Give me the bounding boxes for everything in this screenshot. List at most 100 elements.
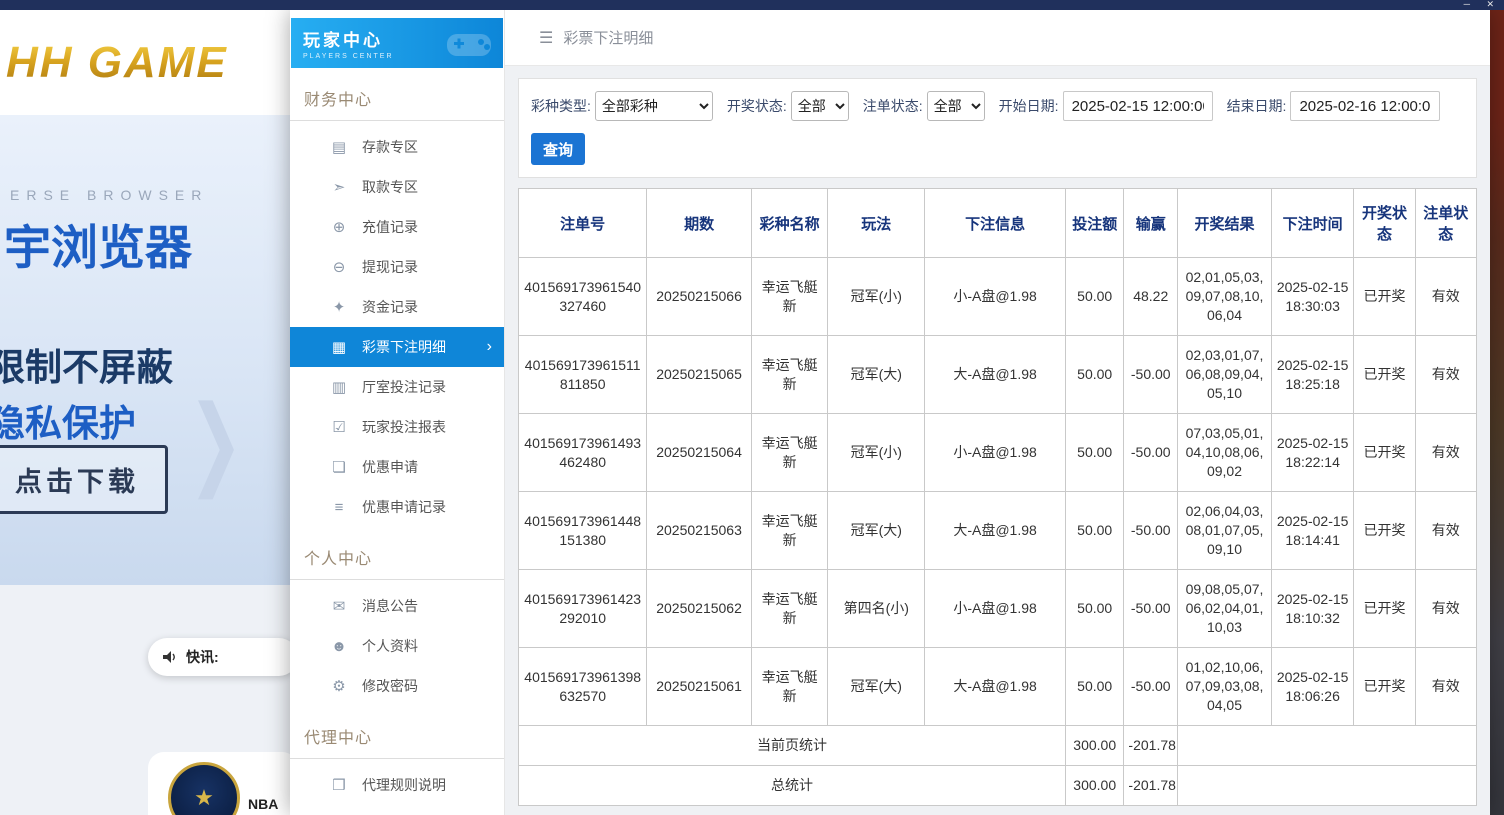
cell-win-loss: -50.00 bbox=[1124, 492, 1178, 570]
lottery-type-select[interactable]: 全部彩种 bbox=[595, 91, 713, 121]
end-date-label: 结束日期: bbox=[1227, 96, 1287, 116]
sidebar-item-label: 资金记录 bbox=[362, 297, 418, 317]
minimize-icon[interactable]: ─ bbox=[1464, 0, 1470, 9]
menu-icon[interactable]: ☰ bbox=[539, 28, 553, 48]
cell-bet-amount: 50.00 bbox=[1065, 570, 1123, 648]
col-header-win-loss: 输赢 bbox=[1124, 189, 1178, 258]
sidebar-item-lottery-bet-details[interactable]: ▦彩票下注明细› bbox=[290, 327, 504, 367]
cell-win-loss: -50.00 bbox=[1124, 414, 1178, 492]
cell-bet-time: 2025-02-15 18:10:32 bbox=[1271, 570, 1353, 648]
end-date-input[interactable] bbox=[1290, 91, 1440, 121]
col-header-lottery-name: 彩种名称 bbox=[751, 189, 828, 258]
summary-win-loss: -201.78 bbox=[1124, 726, 1178, 766]
brand-logo: HH GAME bbox=[6, 38, 228, 88]
table-row: 40156917396144815138020250215063幸运飞艇新冠军(… bbox=[519, 492, 1477, 570]
col-header-bet-amount: 投注额 bbox=[1065, 189, 1123, 258]
sidebar-item-player-bet-report[interactable]: ☑玩家投注报表 bbox=[290, 407, 504, 447]
news-ticker[interactable]: 快讯: bbox=[148, 638, 298, 676]
sidebar-item-hall-bet-records[interactable]: ▥厅室投注记录 bbox=[290, 367, 504, 407]
search-button[interactable]: 查询 bbox=[531, 133, 585, 165]
bet-details-table: 注单号期数彩种名称玩法下注信息投注额输赢开奖结果下注时间开奖状态注单状态 401… bbox=[518, 188, 1477, 806]
cell-period: 20250215065 bbox=[647, 336, 751, 414]
cell-lottery-name: 幸运飞艇新 bbox=[751, 492, 828, 570]
sidebar-item-withdrawal-records[interactable]: ⊖提现记录 bbox=[290, 247, 504, 287]
background-page: HH GAME ERSE BROWSER 宇浏览器 限制不屏蔽 隐私保护 点击下… bbox=[0, 10, 290, 815]
cell-play: 第四名(小) bbox=[828, 570, 925, 648]
order-status-label: 注单状态: bbox=[863, 96, 923, 116]
sidebar-item-label: 优惠申请 bbox=[362, 457, 418, 477]
sidebar-item-message-announcements[interactable]: ✉消息公告 bbox=[290, 586, 504, 626]
chevron-right-icon: ❯ bbox=[188, 384, 243, 500]
sidebar-item-promo-apply[interactable]: ❏优惠申请 bbox=[290, 447, 504, 487]
cell-draw-result: 01,02,10,06,07,09,03,08,04,05 bbox=[1178, 648, 1272, 726]
recharge-records-icon: ⊕ bbox=[330, 218, 348, 236]
cell-play: 冠军(大) bbox=[828, 492, 925, 570]
cell-bet-time: 2025-02-15 18:22:14 bbox=[1271, 414, 1353, 492]
cell-play: 冠军(小) bbox=[828, 258, 925, 336]
promo-apply-records-icon: ≡ bbox=[330, 499, 348, 516]
sidebar-item-label: 提现记录 bbox=[362, 257, 418, 277]
cell-draw-result: 07,03,05,01,04,10,08,06,09,02 bbox=[1178, 414, 1272, 492]
sidebar-item-label: 玩家投注报表 bbox=[362, 417, 446, 437]
agent-rules-icon: ❒ bbox=[330, 776, 348, 794]
cell-bet-info: 小-A盘@1.98 bbox=[925, 414, 1066, 492]
cell-draw-result: 09,08,05,07,06,02,04,01,10,03 bbox=[1178, 570, 1272, 648]
nba-label: NBA bbox=[248, 796, 278, 812]
message-announcements-icon: ✉ bbox=[330, 597, 348, 615]
col-header-order-status: 注单状态 bbox=[1415, 189, 1476, 258]
sidebar-item-promo-apply-records[interactable]: ≡优惠申请记录 bbox=[290, 487, 504, 527]
deposit-zone-icon: ▤ bbox=[330, 138, 348, 156]
promo-banner: ERSE BROWSER 宇浏览器 限制不屏蔽 隐私保护 点击下载 ❯ bbox=[0, 115, 290, 585]
sidebar-item-label: 修改密码 bbox=[362, 676, 418, 696]
sidebar-item-agent-team-stats[interactable]: ▧代理团队统计 bbox=[290, 805, 504, 815]
table-row: 40156917396142329201020250215062幸运飞艇新第四名… bbox=[519, 570, 1477, 648]
sidebar-item-label: 代理规则说明 bbox=[362, 775, 446, 795]
cell-order-status: 有效 bbox=[1415, 648, 1476, 726]
cell-order-status: 有效 bbox=[1415, 492, 1476, 570]
sidebar-item-agent-rules[interactable]: ❒ 代理规则说明 bbox=[290, 765, 504, 805]
cell-win-loss: 48.22 bbox=[1124, 258, 1178, 336]
cell-play: 冠军(大) bbox=[828, 648, 925, 726]
sidebar-item-funds-records[interactable]: ✦资金记录 bbox=[290, 287, 504, 327]
cell-period: 20250215062 bbox=[647, 570, 751, 648]
cell-order-no: 401569173961398632570 bbox=[519, 648, 647, 726]
sidebar-header: 玩家中心 PLAYERS CENTER bbox=[291, 18, 503, 68]
sidebar-section-title: 代理中心 bbox=[290, 706, 504, 759]
draw-status-select[interactable]: 全部 bbox=[791, 91, 849, 121]
sidebar-item-change-password[interactable]: ⚙修改密码 bbox=[290, 666, 504, 706]
filter-row: 彩种类型: 全部彩种 开奖状态: 全部 注单状态: 全部 开始日期: bbox=[531, 91, 1464, 121]
table-row: 40156917396149346248020250215064幸运飞艇新冠军(… bbox=[519, 414, 1477, 492]
cell-draw-status: 已开奖 bbox=[1354, 492, 1415, 570]
summary-bet-amount: 300.00 bbox=[1065, 766, 1123, 806]
close-icon[interactable]: ✕ bbox=[1486, 0, 1494, 9]
cell-order-no: 401569173961511811850 bbox=[519, 336, 647, 414]
banner-line1: 限制不屏蔽 bbox=[0, 337, 173, 391]
summary-bet-amount: 300.00 bbox=[1065, 726, 1123, 766]
window-titlebar: ─ ✕ bbox=[0, 0, 1504, 10]
cell-order-status: 有效 bbox=[1415, 570, 1476, 648]
content-header: ☰ 彩票下注明细 bbox=[505, 10, 1490, 66]
banner-tagline: ERSE BROWSER bbox=[10, 187, 208, 203]
col-header-draw-status: 开奖状态 bbox=[1354, 189, 1415, 258]
cell-order-no: 401569173961493462480 bbox=[519, 414, 647, 492]
sidebar-item-recharge-records[interactable]: ⊕充值记录 bbox=[290, 207, 504, 247]
sidebar-item-withdraw-zone[interactable]: ➣取款专区 bbox=[290, 167, 504, 207]
start-date-input[interactable] bbox=[1063, 91, 1213, 121]
order-status-select[interactable]: 全部 bbox=[927, 91, 985, 121]
cell-bet-amount: 50.00 bbox=[1065, 492, 1123, 570]
summary-empty bbox=[1178, 726, 1477, 766]
cell-order-status: 有效 bbox=[1415, 336, 1476, 414]
col-header-period: 期数 bbox=[647, 189, 751, 258]
cell-bet-time: 2025-02-15 18:30:03 bbox=[1271, 258, 1353, 336]
sidebar-item-label: 存款专区 bbox=[362, 137, 418, 157]
sidebar-section-title: 财务中心 bbox=[290, 68, 504, 121]
sidebar-item-personal-profile[interactable]: ☻个人资料 bbox=[290, 626, 504, 666]
download-button[interactable]: 点击下载 bbox=[0, 445, 168, 514]
cell-win-loss: -50.00 bbox=[1124, 336, 1178, 414]
col-header-bet-time: 下注时间 bbox=[1271, 189, 1353, 258]
cell-win-loss: -50.00 bbox=[1124, 648, 1178, 726]
summary-empty bbox=[1178, 766, 1477, 806]
col-header-bet-info: 下注信息 bbox=[925, 189, 1066, 258]
sidebar-item-deposit-zone[interactable]: ▤ 存款专区 bbox=[290, 127, 504, 167]
star-icon: ★ bbox=[194, 785, 214, 811]
